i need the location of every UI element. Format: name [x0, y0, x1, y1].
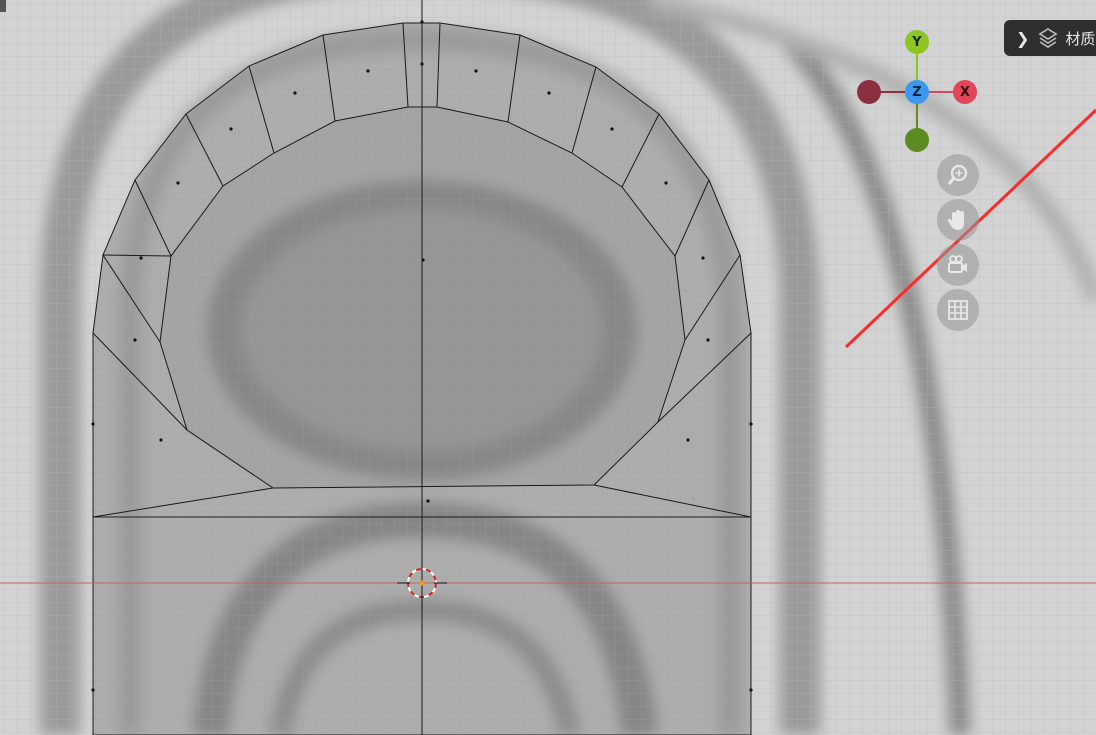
gizmo-z-positive[interactable]: Z: [905, 80, 929, 104]
material-tab-label: 材质: [1065, 29, 1096, 48]
material-tab[interactable]: ❯ 材质: [1004, 20, 1096, 56]
gizmo-y-negative[interactable]: [905, 128, 929, 152]
zoom-button[interactable]: [937, 154, 979, 196]
gizmo-y-positive[interactable]: Y: [905, 30, 929, 54]
3d-viewport[interactable]: Y X Z ❯ 材质: [0, 0, 1096, 735]
corner-marker: [0, 0, 6, 12]
chevron-right-icon[interactable]: ❯: [1016, 29, 1029, 48]
camera-button[interactable]: [937, 244, 979, 286]
grid-icon: [946, 298, 970, 322]
zoom-icon: [945, 162, 971, 188]
gizmo-x-label: X: [959, 84, 971, 100]
material-icon: [1037, 27, 1059, 49]
pan-button[interactable]: [937, 199, 979, 241]
gizmo-y-label: Y: [912, 34, 922, 50]
gizmo-z-label: Z: [912, 84, 922, 100]
scene-canvas[interactable]: [0, 0, 1096, 735]
gizmo-x-positive[interactable]: X: [953, 80, 977, 104]
gizmo-x-negative[interactable]: [857, 80, 881, 104]
hand-pan-icon: [945, 207, 971, 233]
ortho-grid-button[interactable]: [937, 289, 979, 331]
camera-icon: [945, 252, 971, 278]
